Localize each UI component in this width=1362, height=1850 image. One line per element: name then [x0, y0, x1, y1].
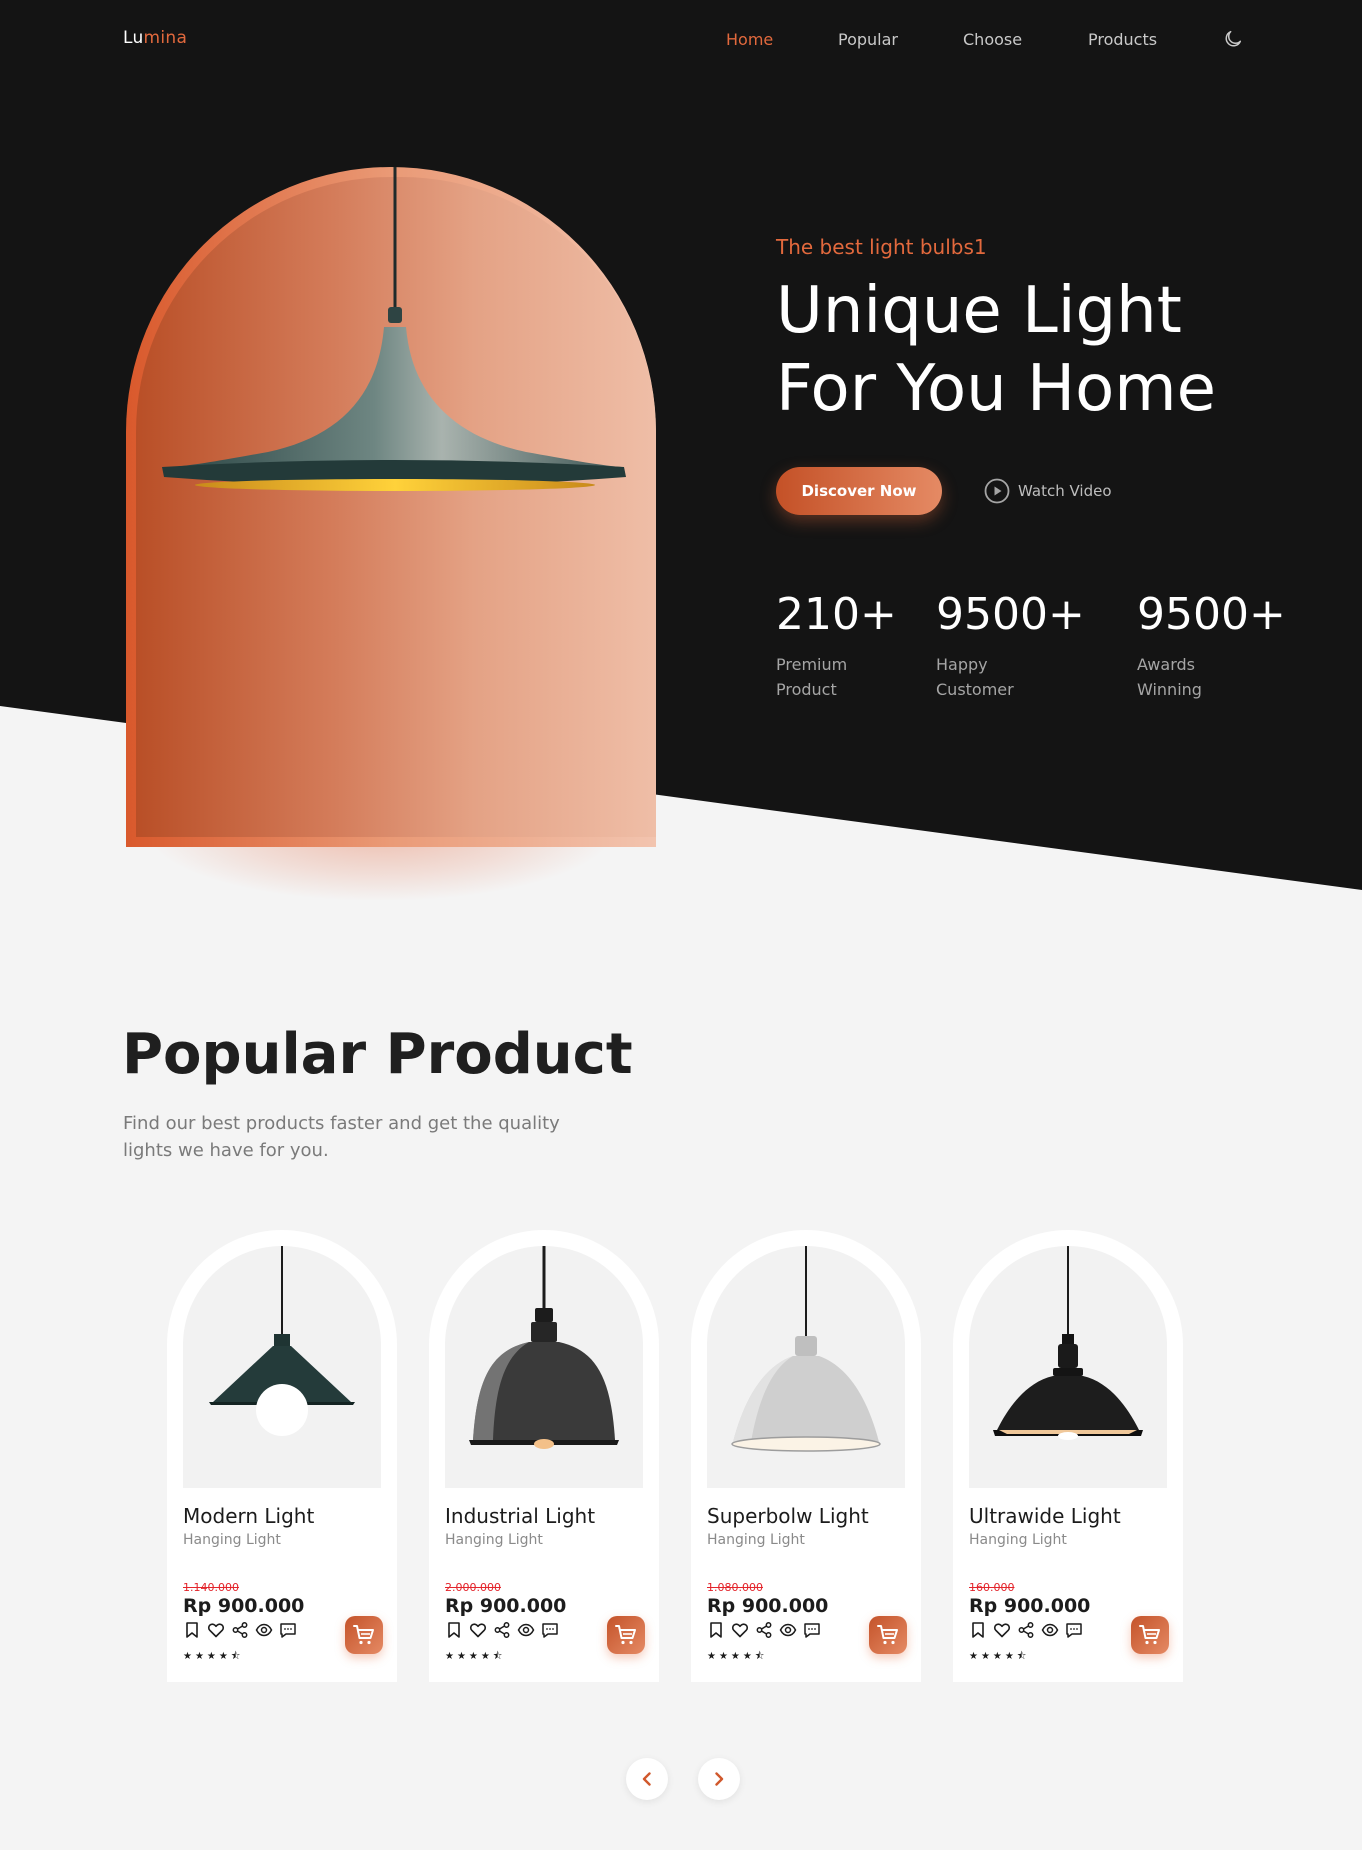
- star-rating: ★★★★⯪: [445, 1651, 506, 1662]
- product-type: Hanging Light: [183, 1532, 281, 1548]
- comment-icon[interactable]: [279, 1621, 297, 1639]
- discover-now-button[interactable]: Discover Now: [776, 467, 942, 515]
- logo[interactable]: Lumina: [123, 28, 187, 48]
- product-price: Rp 900.000: [969, 1595, 1091, 1617]
- popular-description: Find our best products faster and get th…: [123, 1113, 560, 1161]
- nav-products[interactable]: Products: [1088, 30, 1157, 49]
- product-type: Hanging Light: [969, 1532, 1067, 1548]
- cart-icon: [877, 1625, 898, 1645]
- nav-choose[interactable]: Choose: [963, 30, 1022, 49]
- stat-value: 9500+: [1137, 589, 1286, 640]
- bookmark-icon[interactable]: [707, 1621, 725, 1639]
- product-name: Superbolw Light: [707, 1504, 869, 1528]
- product-price: Rp 900.000: [183, 1595, 305, 1617]
- chevron-right-icon: [715, 1772, 724, 1786]
- product-card[interactable]: Ultrawide Light Hanging Light 160.000 Rp…: [953, 1230, 1183, 1682]
- product-actions: [969, 1621, 1083, 1639]
- add-to-cart-button[interactable]: [869, 1616, 907, 1654]
- stat-label: Premium Product: [776, 655, 848, 699]
- share-icon[interactable]: [231, 1621, 249, 1639]
- logo-part-1: Lu: [123, 28, 144, 48]
- stat-label: Happy Customer: [936, 655, 1014, 699]
- comment-icon[interactable]: [541, 1621, 559, 1639]
- stat-awards-winning: 9500+ Awards Winning: [1137, 590, 1286, 702]
- product-image: [707, 1246, 905, 1488]
- nav-home[interactable]: Home: [726, 30, 773, 49]
- nav-popular[interactable]: Popular: [838, 30, 898, 49]
- product-price: Rp 900.000: [445, 1595, 567, 1617]
- watch-video-link[interactable]: Watch Video: [984, 478, 1112, 504]
- product-old-price: 160.000: [969, 1581, 1015, 1594]
- product-name: Industrial Light: [445, 1504, 596, 1528]
- hero-lamp-image: [126, 167, 656, 587]
- stat-label: Awards Winning: [1137, 655, 1202, 699]
- cart-icon: [1139, 1625, 1160, 1645]
- add-to-cart-button[interactable]: [345, 1616, 383, 1654]
- product-type: Hanging Light: [707, 1532, 805, 1548]
- product-name: Modern Light: [183, 1504, 315, 1528]
- product-name: Ultrawide Light: [969, 1504, 1121, 1528]
- product-actions: [707, 1621, 821, 1639]
- comment-icon[interactable]: [1065, 1621, 1083, 1639]
- product-actions: [183, 1621, 297, 1639]
- stat-value: 9500+: [936, 589, 1085, 640]
- star-rating: ★★★★⯪: [969, 1651, 1030, 1662]
- eye-icon[interactable]: [517, 1621, 535, 1639]
- add-to-cart-button[interactable]: [1131, 1616, 1169, 1654]
- stat-happy-customer: 9500+ Happy Customer: [936, 590, 1085, 702]
- share-icon[interactable]: [1017, 1621, 1035, 1639]
- chevron-left-icon: [642, 1772, 651, 1786]
- comment-icon[interactable]: [803, 1621, 821, 1639]
- product-price: Rp 900.000: [707, 1595, 829, 1617]
- product-old-price: 1.080.000: [707, 1581, 763, 1594]
- eye-icon[interactable]: [779, 1621, 797, 1639]
- star-rating: ★★★★⯪: [183, 1651, 244, 1662]
- stat-premium-product: 210+ Premium Product: [776, 590, 897, 702]
- product-type: Hanging Light: [445, 1532, 543, 1548]
- product-actions: [445, 1621, 559, 1639]
- hero-title-line-2: For You Home: [776, 352, 1216, 426]
- stat-value: 210+: [776, 589, 897, 640]
- prev-page-button[interactable]: [626, 1758, 668, 1800]
- eye-icon[interactable]: [1041, 1621, 1059, 1639]
- heart-icon[interactable]: [207, 1621, 225, 1639]
- play-circle-icon: [984, 478, 1010, 504]
- star-rating: ★★★★⯪: [707, 1651, 768, 1662]
- next-page-button[interactable]: [698, 1758, 740, 1800]
- product-image: [969, 1246, 1167, 1488]
- top-nav: Lumina Home Popular Choose Products: [0, 0, 1362, 80]
- eye-icon[interactable]: [255, 1621, 273, 1639]
- heart-icon[interactable]: [731, 1621, 749, 1639]
- product-old-price: 2.000.000: [445, 1581, 501, 1594]
- logo-part-2: mina: [143, 28, 188, 48]
- product-image: [183, 1246, 381, 1488]
- heart-icon[interactable]: [993, 1621, 1011, 1639]
- share-icon[interactable]: [755, 1621, 773, 1639]
- product-card[interactable]: Industrial Light Hanging Light 2.000.000…: [429, 1230, 659, 1682]
- heart-icon[interactable]: [469, 1621, 487, 1639]
- cart-icon: [353, 1625, 374, 1645]
- watch-video-label: Watch Video: [1018, 482, 1112, 500]
- bookmark-icon[interactable]: [445, 1621, 463, 1639]
- hero-title-line-1: Unique Light: [776, 274, 1182, 348]
- cart-icon: [615, 1625, 636, 1645]
- bookmark-icon[interactable]: [969, 1621, 987, 1639]
- hero-title: Unique Light For You Home: [776, 272, 1216, 428]
- add-to-cart-button[interactable]: [607, 1616, 645, 1654]
- product-card[interactable]: Modern Light Hanging Light 1.140.000 Rp …: [167, 1230, 397, 1682]
- share-icon[interactable]: [493, 1621, 511, 1639]
- product-old-price: 1.140.000: [183, 1581, 239, 1594]
- moon-icon[interactable]: [1222, 28, 1244, 50]
- popular-title: Popular Product: [122, 1022, 633, 1087]
- product-image: [445, 1246, 643, 1488]
- bookmark-icon[interactable]: [183, 1621, 201, 1639]
- product-card[interactable]: Superbolw Light Hanging Light 1.080.000 …: [691, 1230, 921, 1682]
- hero-subtitle: The best light bulbs1: [776, 235, 987, 259]
